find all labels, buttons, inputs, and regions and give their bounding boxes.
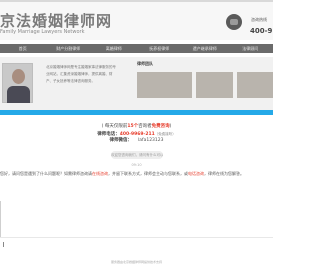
promo-highlight: 15个 — [127, 124, 139, 129]
phone-label: 律师电话： — [97, 132, 120, 137]
message-input[interactable] — [0, 237, 273, 257]
team-photo — [237, 72, 273, 98]
nav-item[interactable]: 财产分割律师 — [46, 44, 92, 53]
lawyer-photo-body — [7, 86, 30, 103]
wechat-label: 律师微信： — [109, 138, 132, 143]
section-title: 律师团队 — [137, 61, 153, 66]
phone-note: （免费接听） — [154, 132, 176, 136]
site-header: 京法婚姻律师网 Family Marriage Lawyers Network … — [0, 0, 273, 40]
promo-text: ( 每天仅限前 — [101, 124, 128, 129]
nav-item[interactable]: 遗产继承律师 — [182, 44, 228, 53]
team-photo — [137, 72, 192, 98]
message-text: 您好，请问您是遇到了什么问题呢？如需律师咨询请 — [0, 171, 92, 176]
site-logo-subtitle: Family Marriage Lawyers Network — [0, 29, 85, 35]
promo-free-consult: 免费咨询 — [151, 124, 170, 129]
promo-text: ) — [169, 124, 172, 129]
wechat-id: lafa123123 — [137, 138, 164, 143]
lawyer-photo-head — [12, 69, 25, 84]
page: 京法婚姻律师网 Family Marriage Lawyers Network … — [0, 0, 273, 266]
text-cursor — [3, 242, 4, 247]
hotline-number: 400-9 — [250, 27, 273, 35]
lawyer-photo — [2, 63, 33, 103]
site-logo[interactable]: 京法婚姻律师网 — [0, 10, 112, 31]
nav-item[interactable]: 法律顾问 — [228, 44, 274, 53]
chat-message: 您好，请问您是遇到了什么问题呢？如需律师咨询请在线咨询，并留下联系方式，律师会主… — [0, 171, 244, 177]
system-notice: 欢迎您咨询我们，请问有什么可以帮您？ — [111, 151, 163, 159]
top-bar — [0, 0, 273, 2]
wechat-line: 律师微信： lafa123123 — [0, 138, 273, 144]
intro-text: 北京婚姻律师网是专注婚姻家事法律服务的专业网站，汇集资深婚姻律师，提供离婚、财产… — [46, 65, 116, 83]
message-text: ，并留下联系方式，律师会主动与您联系，或 — [108, 171, 188, 176]
promo-line: ( 每天仅限前15个咨询者免费咨询) — [0, 124, 273, 130]
message-timestamp: 09:10 — [131, 163, 142, 167]
divider — [0, 201, 1, 237]
nav-item[interactable]: 抚养权律师 — [137, 44, 183, 53]
phone-number[interactable]: 400-9969-211 — [120, 132, 155, 137]
chat-footer: 服务器由北京婚姻律师网提供技术支持 — [110, 260, 162, 264]
phone-consult-link[interactable]: 电话咨询 — [188, 171, 204, 176]
nav-item[interactable]: 离婚律师 — [91, 44, 137, 53]
hotline-label: 咨询热线 — [251, 17, 267, 22]
main-nav: 首页 财产分割律师 离婚律师 抚养权律师 遗产继承律师 法律顾问 — [0, 44, 273, 53]
phone-line: 律师电话：400-9969-211（免费接听） — [0, 131, 273, 138]
promo-text: 咨询者 — [138, 124, 152, 129]
online-consult-link[interactable]: 在线咨询 — [92, 171, 108, 176]
message-text: ，律师在线为您解答。 — [204, 171, 244, 176]
telephone-icon — [226, 14, 242, 30]
nav-item[interactable]: 首页 — [0, 44, 46, 53]
chat-window: ( 每天仅限前15个咨询者免费咨询) 律师电话：400-9969-211（免费接… — [0, 115, 273, 266]
team-photo — [196, 72, 233, 98]
